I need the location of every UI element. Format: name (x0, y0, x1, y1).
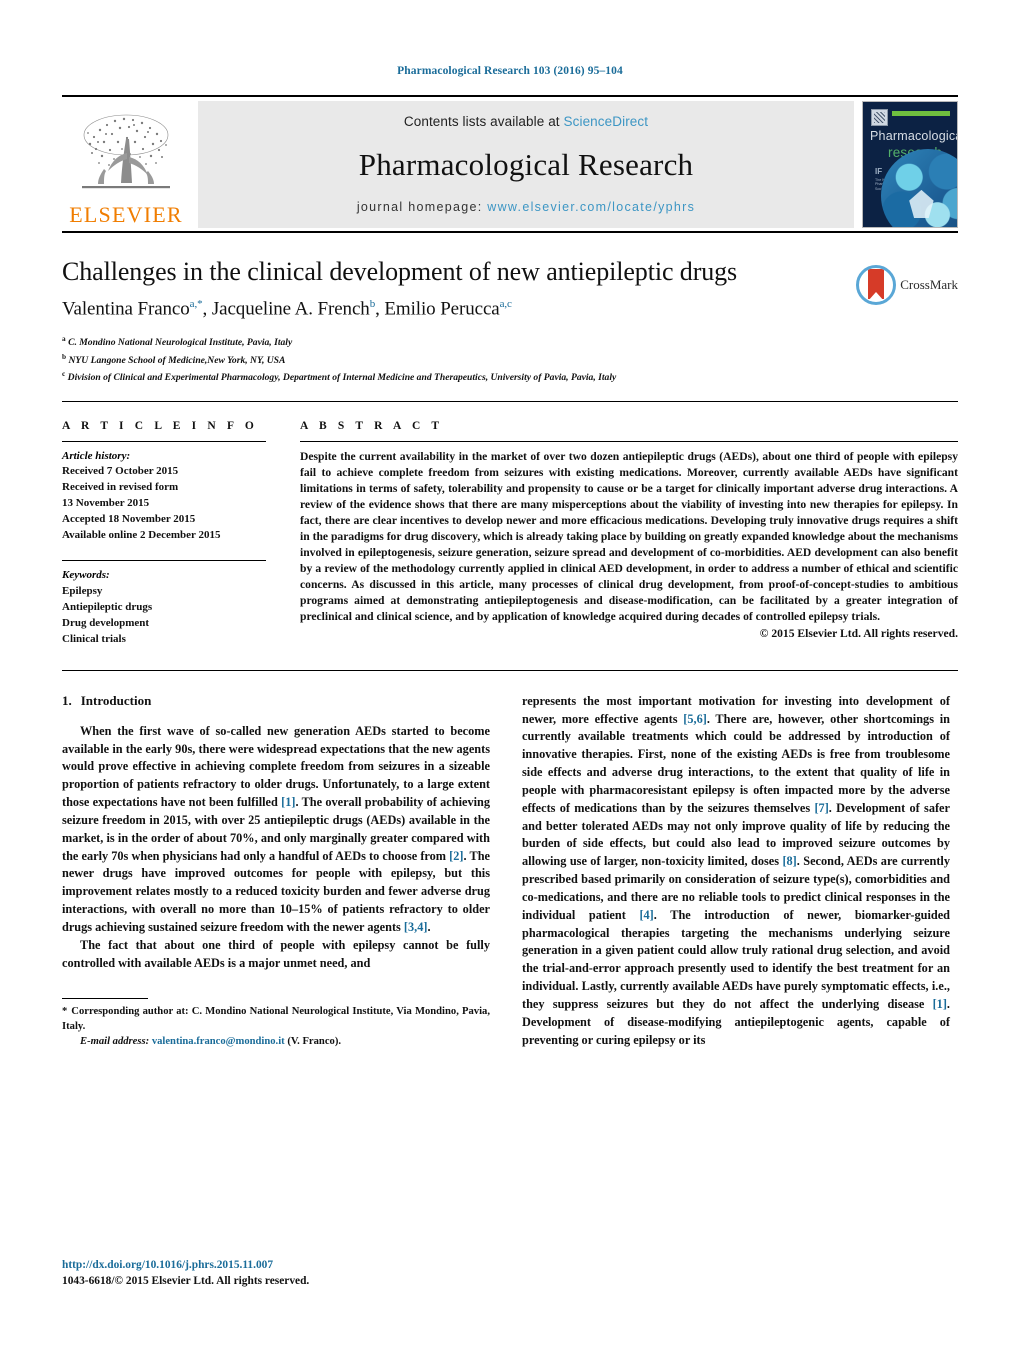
abstract-text: Despite the current availability in the … (300, 449, 958, 623)
affiliation-text: C. Mondino National Neurological Institu… (68, 337, 293, 349)
contents-prefix: Contents lists available at (403, 113, 564, 129)
abstract-column: A B S T R A C T Despite the current avai… (300, 420, 958, 648)
body-columns: 1. Introduction When the first wave of so… (62, 693, 958, 1050)
affiliation-text: NYU Langone School of Medicine,New York,… (68, 354, 286, 366)
divider (62, 669, 958, 671)
citation-ref[interactable]: [7] (814, 801, 828, 815)
crossmark-icon (856, 264, 897, 305)
section-heading-introduction: 1. Introduction (62, 693, 490, 709)
journal-masthead: ELSEVIER Contents lists available at Sci… (62, 94, 958, 233)
author-name: Valentina Franco (62, 297, 190, 319)
keywords-label: Keywords: (62, 569, 110, 582)
keyword-item: Antiepileptic drugs (62, 601, 153, 613)
citation-ref[interactable]: [5,6] (683, 712, 707, 726)
keyword-item: Drug development (62, 616, 150, 629)
cover-green-bar (892, 110, 950, 116)
section-number: 1. (62, 692, 72, 708)
email-label: E-mail address: (80, 1036, 150, 1048)
issn-copyright-line: 1043-6618/© 2015 Elsevier Ltd. All right… (62, 1274, 310, 1287)
section-title-text: Introduction (80, 692, 152, 708)
homepage-prefix: journal homepage: (356, 199, 488, 214)
elsevier-wordmark: ELSEVIER (69, 201, 183, 227)
journal-homepage-link[interactable]: www.elsevier.com/locate/yphrs (487, 200, 695, 214)
author-name: Emilio Perucca (384, 297, 500, 319)
contents-list-line: Contents lists available at ScienceDirec… (404, 114, 648, 129)
doi-link[interactable]: http://dx.doi.org/10.1016/j.phrs.2015.11… (62, 1258, 490, 1273)
footnote-text: * Corresponding author at: C. Mondino Nat… (62, 1004, 490, 1034)
paragraph: represents the most important motivation… (522, 693, 950, 1050)
affiliation-item: b NYU Langone School of Medicine,New Yor… (62, 351, 958, 369)
affiliation-list: a C. Mondino National Neurological Insti… (62, 333, 958, 386)
paragraph-text: . There are, however, other shortcomings… (522, 711, 950, 815)
history-item: Available online 2 December 2015 (62, 529, 221, 542)
divider (62, 560, 266, 562)
keyword-item: Epilepsy (62, 585, 103, 598)
affiliation-mark: a (62, 333, 66, 343)
paragraph: When the first wave of so-called new gen… (62, 723, 490, 937)
journal-title: Pharmacological Research (358, 146, 694, 182)
author-name: Jacqueline A. French (211, 297, 370, 319)
journal-homepage-line: journal homepage: www.elsevier.com/locat… (357, 200, 695, 214)
info-abstract-region: A R T I C L E I N F O Article history: R… (62, 400, 958, 648)
author-list: Valentina Francoa,*, Jacqueline A. Frenc… (62, 297, 512, 319)
cover-society-logo-icon (871, 108, 888, 126)
cover-title-line1: Pharmacological (870, 128, 958, 143)
history-item: Accepted 18 November 2015 (62, 513, 196, 526)
history-item: 13 November 2015 (62, 497, 150, 510)
crossmark-badge-group[interactable]: CrossMark (856, 264, 958, 305)
journal-cover-thumbnail[interactable]: Pharmacological research IF The Italian … (862, 100, 958, 228)
email-suffix: (V. Franco). (287, 1036, 341, 1048)
divider (62, 440, 266, 442)
article-history-label: Article history: (62, 449, 131, 462)
paragraph-text: . The introduction of newer, biomarker-g… (522, 907, 951, 1011)
affiliation-item: a C. Mondino National Neurological Insti… (62, 333, 958, 351)
elsevier-tree-icon (82, 114, 170, 188)
title-block: Challenges in the clinical development o… (62, 257, 958, 387)
masthead-center-panel: Contents lists available at ScienceDirec… (198, 100, 854, 228)
citation-ref[interactable]: [4] (639, 908, 653, 922)
affiliation-mark: c (62, 369, 66, 379)
article-info-column: A R T I C L E I N F O Article history: R… (62, 420, 300, 648)
author-mark: b (369, 297, 376, 310)
divider (300, 440, 958, 442)
imprint-block: http://dx.doi.org/10.1016/j.phrs.2015.11… (62, 1258, 490, 1289)
corresponding-author-footnote: * Corresponding author at: C. Mondino Nat… (62, 998, 490, 1049)
keyword-item: Clinical trials (62, 632, 126, 645)
sciencedirect-link[interactable]: ScienceDirect (564, 114, 649, 129)
body-column-right: represents the most important motivation… (522, 693, 950, 1050)
author-mark: a,* (189, 297, 203, 310)
abstract-heading: A B S T R A C T (300, 419, 444, 432)
author-mark: a,c (499, 297, 512, 310)
article-page: Pharmacological Research 103 (2016) 95–1… (0, 0, 1020, 1351)
article-info-heading: A R T I C L E I N F O (62, 419, 258, 432)
footnote-body: Corresponding author at: C. Mondino Nati… (62, 1006, 490, 1033)
email-link[interactable]: valentina.franco@mondino.it (152, 1036, 285, 1047)
history-item: Received 7 October 2015 (62, 465, 179, 478)
running-head: Pharmacological Research 103 (2016) 95–1… (397, 65, 623, 77)
elsevier-logo: ELSEVIER (62, 101, 190, 228)
citation-ref[interactable]: [2] (449, 849, 463, 863)
footnote-email-line: E-mail address: valentina.franco@mondino… (62, 1034, 490, 1049)
affiliation-text: Division of Clinical and Experimental Ph… (67, 372, 617, 384)
body-column-left: 1. Introduction When the first wave of so… (62, 693, 490, 1050)
cover-micrograph-image (881, 148, 957, 227)
citation-ref[interactable]: [3,4] (404, 920, 428, 934)
footnote-divider (62, 998, 148, 1000)
paragraph-text: . (427, 919, 431, 934)
paragraph: The fact that about one third of people … (62, 937, 490, 970)
page-title: Challenges in the clinical development o… (62, 256, 738, 286)
affiliation-item: c Division of Clinical and Experimental … (62, 368, 958, 386)
citation-ref[interactable]: [1] (281, 795, 295, 809)
crossmark-label: CrossMark (900, 276, 958, 292)
citation-ref[interactable]: [1] (933, 997, 947, 1011)
citation-ref[interactable]: [8] (782, 854, 796, 868)
abstract-copyright: © 2015 Elsevier Ltd. All rights reserved… (759, 627, 958, 641)
affiliation-mark: b (62, 351, 67, 361)
footnote-star: * (62, 1006, 68, 1018)
history-item: Received in revised form (62, 481, 179, 494)
